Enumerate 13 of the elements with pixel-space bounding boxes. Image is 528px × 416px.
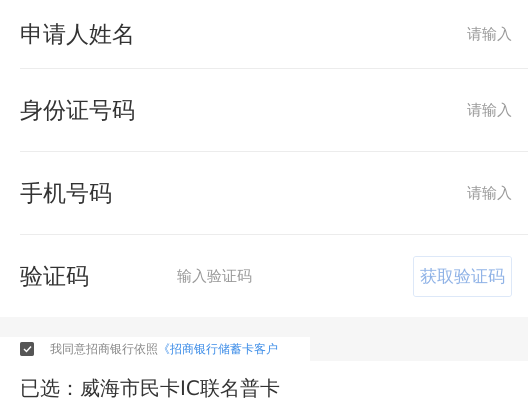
agreement-link[interactable]: 《招商银行储蓄卡客户 [158, 342, 278, 356]
check-icon [22, 345, 32, 353]
field-label: 手机号码 [20, 180, 112, 208]
agreement-text: 我同意招商银行依照《招商银行储蓄卡客户 [50, 340, 278, 358]
input-field[interactable]: 请输入 [467, 24, 512, 44]
field-label: 验证码 [20, 262, 90, 292]
field-label: 身份证号码 [20, 96, 135, 126]
checkbox[interactable] [20, 342, 34, 356]
selected-card-text: 已选：威海市民卡IC联名普卡 [19, 375, 281, 402]
input-field[interactable]: 请输入 [467, 100, 512, 120]
input-field[interactable]: 请输入 [467, 184, 512, 202]
input-field[interactable]: 输入验证码 [175, 266, 413, 286]
field-label: 申请人姓名 [20, 20, 135, 50]
